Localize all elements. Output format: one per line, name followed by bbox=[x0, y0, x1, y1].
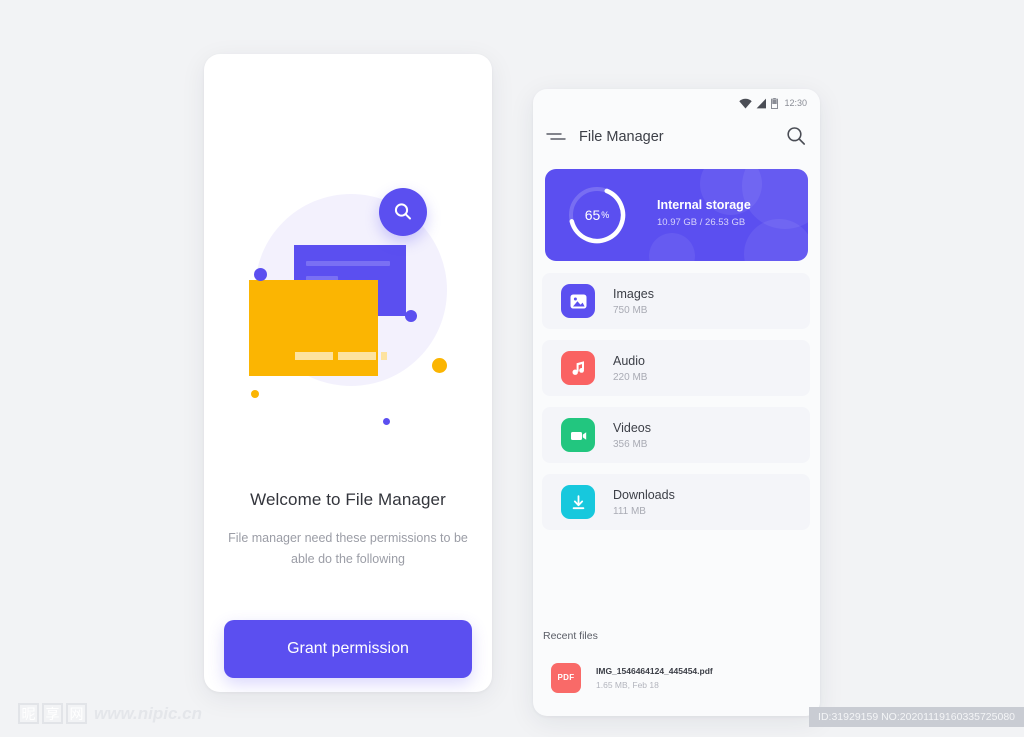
search-icon-glyph bbox=[787, 127, 806, 145]
folder-shape bbox=[249, 280, 378, 376]
folder-bar-segment bbox=[295, 352, 333, 360]
watermark-char: 昵 bbox=[18, 703, 39, 724]
decor-dot-yellow bbox=[251, 390, 259, 398]
folder-progress-bar bbox=[295, 352, 387, 360]
internal-storage-card[interactable]: 65% Internal storage 10.97 GB / 26.53 GB bbox=[545, 169, 808, 261]
watermark-logo: 昵享网 bbox=[18, 703, 87, 724]
category-size: 111 MB bbox=[613, 505, 646, 517]
category-name: Videos bbox=[613, 420, 651, 435]
search-icon[interactable] bbox=[785, 125, 807, 152]
watermark-url: www.nipic.cn bbox=[94, 703, 202, 723]
category-size: 356 MB bbox=[613, 438, 648, 450]
site-watermark: 昵享网 www.nipic.cn bbox=[18, 703, 202, 724]
storage-detail: 10.97 GB / 26.53 GB bbox=[657, 217, 746, 228]
file-type-badge-txt: TXT bbox=[551, 715, 581, 716]
category-row-audio[interactable]: Audio 220 MB bbox=[542, 340, 810, 396]
recent-file-row[interactable]: TXTIMG_1546464124_445454.txt1.65 MB, Feb… bbox=[551, 706, 807, 716]
folder-bar-segment bbox=[338, 352, 376, 360]
storage-title: Internal storage bbox=[657, 198, 751, 212]
storage-percent-value: 65 bbox=[584, 207, 601, 223]
decor-dot-purple bbox=[254, 268, 267, 281]
storage-percent: 65% bbox=[565, 183, 629, 247]
watermark-char: 享 bbox=[42, 703, 63, 724]
decor-dot-purple bbox=[405, 310, 417, 322]
category-name: Images bbox=[613, 286, 654, 301]
menu-icon[interactable] bbox=[545, 126, 567, 148]
folder-search-illustration bbox=[204, 188, 492, 432]
download-icon bbox=[561, 485, 595, 519]
decor-dot-purple bbox=[383, 418, 390, 425]
category-size: 220 MB bbox=[613, 371, 648, 383]
app-bar: File Manager bbox=[533, 113, 820, 161]
decor-circle bbox=[744, 219, 808, 261]
menu-icon-glyph bbox=[546, 133, 566, 140]
video-icon bbox=[561, 418, 595, 452]
file-text: IMG_1546464124_445454.pdf 1.65 MB, Feb 18 bbox=[596, 666, 713, 690]
magnifier-badge bbox=[379, 188, 427, 236]
battery-icon bbox=[771, 97, 779, 109]
category-row-videos[interactable]: Videos 356 MB bbox=[542, 407, 810, 463]
page-subtitle: File manager need these permissions to b… bbox=[228, 531, 468, 566]
phone-screen: 12:30 File Manager 65 % Internal storage… bbox=[533, 89, 820, 716]
app-title: File Manager bbox=[579, 129, 664, 145]
category-text: Downloads 111 MB bbox=[613, 488, 675, 517]
watermark-char: 网 bbox=[66, 703, 87, 724]
folder-bar-segment bbox=[381, 352, 387, 360]
search-icon bbox=[394, 203, 411, 220]
decor-dot-yellow bbox=[432, 358, 447, 373]
recent-files-label: Recent files bbox=[543, 630, 598, 642]
status-clock: 12:30 bbox=[784, 98, 807, 108]
recent-file-row[interactable]: PDF IMG_1546464124_445454.pdf 1.65 MB, Feb… bbox=[551, 653, 807, 702]
category-name: Audio bbox=[613, 353, 645, 368]
page-title: Welcome to File Manager bbox=[250, 490, 446, 509]
onboarding-card: Welcome to File Manager File manager nee… bbox=[204, 54, 492, 692]
decor-circle bbox=[649, 233, 695, 261]
grant-permission-button[interactable]: Grant permission bbox=[224, 620, 472, 678]
category-name: Downloads bbox=[613, 487, 675, 502]
category-text: Videos 356 MB bbox=[613, 421, 651, 450]
file-name: IMG_1546464124_445454.pdf bbox=[596, 665, 713, 676]
file-meta: 1.65 MB, Feb 18 bbox=[596, 679, 659, 690]
status-bar: 12:30 bbox=[739, 94, 807, 112]
category-size: 750 MB bbox=[613, 304, 648, 316]
signal-icon bbox=[757, 98, 767, 108]
watermark-id: ID:31929159 NO:20201119160335725080 bbox=[809, 707, 1024, 727]
category-row-downloads[interactable]: Downloads 111 MB bbox=[542, 474, 810, 530]
wifi-icon bbox=[739, 98, 753, 108]
document-line bbox=[306, 261, 390, 266]
file-type-badge-pdf: PDF bbox=[551, 662, 581, 693]
category-row-images[interactable]: Images 750 MB bbox=[542, 273, 810, 329]
screenshot-canvas: Welcome to File Manager File manager nee… bbox=[0, 0, 1024, 737]
music-icon bbox=[561, 351, 595, 385]
storage-percent-symbol: % bbox=[601, 210, 610, 220]
category-text: Images 750 MB bbox=[613, 287, 654, 316]
image-icon bbox=[561, 284, 595, 318]
category-text: Audio 220 MB bbox=[613, 354, 647, 383]
